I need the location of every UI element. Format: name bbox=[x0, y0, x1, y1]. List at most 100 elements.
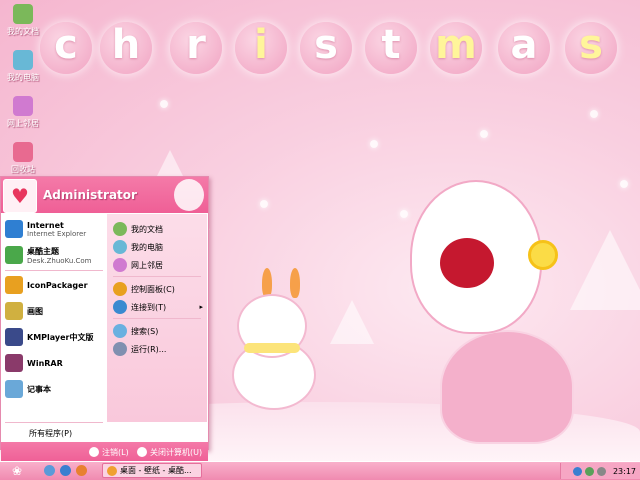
all-programs-button[interactable]: 所有程序(P) bbox=[1, 423, 107, 443]
system-tray: 23:17 bbox=[560, 463, 640, 479]
menu-item-title: 桌酷主题 bbox=[27, 246, 59, 256]
iconpackager-icon bbox=[5, 276, 23, 294]
quicklaunch-desktop-icon[interactable] bbox=[44, 465, 55, 476]
menu-item-label: 网上邻居 bbox=[131, 260, 163, 270]
shutdown-icon bbox=[137, 447, 147, 457]
computer-icon bbox=[113, 240, 127, 254]
user-avatar[interactable]: ♥ bbox=[3, 179, 37, 213]
submenu-arrow-icon: ▸ bbox=[199, 303, 203, 311]
shutdown-button[interactable]: 关闭计算机(U) bbox=[137, 445, 202, 459]
menu-item-iconpackager[interactable]: IconPackager bbox=[5, 274, 88, 296]
menu-item-internet[interactable]: Internet Internet Explorer bbox=[5, 218, 86, 240]
tray-security-icon[interactable] bbox=[584, 466, 594, 476]
control-panel-icon bbox=[113, 282, 127, 296]
taskbar-window-label: 桌面 - 壁纸 - 桌酷... bbox=[120, 466, 192, 475]
kmplayer-icon bbox=[5, 328, 23, 346]
mascot-icon bbox=[174, 179, 204, 211]
search-icon bbox=[113, 324, 127, 338]
menu-item-title: Internet bbox=[27, 220, 64, 230]
flower-earmuff bbox=[528, 240, 558, 270]
menu-separator bbox=[113, 276, 201, 277]
snow-tree bbox=[330, 300, 374, 344]
title-letter: r bbox=[170, 22, 222, 74]
menu-separator bbox=[113, 318, 201, 319]
quicklaunch-media-icon[interactable] bbox=[76, 465, 87, 476]
snowflake bbox=[590, 110, 598, 118]
menu-item-label: 运行(R)... bbox=[131, 344, 167, 354]
menu-item-my-documents[interactable]: 我的文档 bbox=[113, 220, 203, 238]
documents-folder-icon bbox=[13, 4, 33, 24]
menu-item-my-computer[interactable]: 我的电脑 bbox=[113, 238, 203, 256]
snowflake bbox=[480, 130, 488, 138]
carrot-ear bbox=[290, 268, 300, 298]
menu-item-label: 搜索(S) bbox=[131, 326, 159, 336]
logoff-icon bbox=[89, 447, 99, 457]
title-letter: s bbox=[565, 22, 617, 74]
menu-item-title: KMPlayer中文版 bbox=[27, 332, 94, 342]
title-letter: t bbox=[365, 22, 417, 74]
quicklaunch-ie-icon[interactable] bbox=[60, 465, 71, 476]
snowman-scarf bbox=[244, 343, 300, 353]
internet-explorer-icon bbox=[5, 220, 23, 238]
taskbar: ❀ 桌面 - 壁纸 - 桌酷... 23:17 bbox=[0, 461, 640, 480]
clock[interactable]: 23:17 bbox=[613, 467, 636, 476]
snowflake bbox=[370, 140, 378, 148]
desktop-icon-label: 回收站 bbox=[11, 165, 35, 174]
desktop-icon-documents[interactable]: 我的文档 bbox=[2, 4, 44, 37]
tray-volume-icon[interactable] bbox=[596, 466, 606, 476]
desktop-icon-network[interactable]: 网上邻居 bbox=[2, 96, 44, 129]
snowflake bbox=[260, 200, 268, 208]
puppy-body bbox=[440, 330, 574, 444]
network-icon bbox=[113, 258, 127, 272]
menu-item-connect-to[interactable]: 连接到(T) ▸ bbox=[113, 298, 203, 316]
title-letter: a bbox=[498, 22, 550, 74]
snowflake bbox=[160, 100, 168, 108]
menu-item-subtitle: Desk.ZhuoKu.Com bbox=[27, 256, 92, 265]
menu-item-title: WinRAR bbox=[27, 358, 63, 368]
desktop-icon-label: 网上邻居 bbox=[7, 119, 39, 128]
menu-separator bbox=[5, 270, 103, 271]
menu-item-zhuoku-theme[interactable]: 桌酷主题 Desk.ZhuoKu.Com bbox=[5, 244, 91, 266]
system-places: 我的文档 我的电脑 网上邻居 控制面板(C) 连接到(T) ▸ 搜索(S) 运行… bbox=[107, 214, 207, 422]
winrar-icon bbox=[5, 354, 23, 372]
menu-item-search[interactable]: 搜索(S) bbox=[113, 322, 203, 340]
snow-tree bbox=[570, 230, 640, 310]
menu-item-network[interactable]: 网上邻居 bbox=[113, 256, 203, 274]
menu-item-notepad[interactable]: 记事本 bbox=[5, 378, 51, 400]
snowflake bbox=[400, 210, 408, 218]
start-menu-header: ♥ Administrator bbox=[1, 177, 208, 213]
title-letter: i bbox=[235, 22, 287, 74]
logoff-label: 注销(L) bbox=[102, 447, 129, 457]
logoff-button[interactable]: 注销(L) bbox=[89, 445, 129, 459]
desktop-icon-label: 我的文档 bbox=[7, 27, 39, 36]
pinned-programs: Internet Internet Explorer 桌酷主题 Desk.ZhuoK… bbox=[1, 214, 107, 422]
snowflake bbox=[620, 180, 628, 188]
paint-icon bbox=[5, 302, 23, 320]
puppy-nose bbox=[440, 238, 494, 288]
menu-item-control-panel[interactable]: 控制面板(C) bbox=[113, 280, 203, 298]
menu-item-paint[interactable]: 画图 bbox=[5, 300, 43, 322]
shutdown-label: 关闭计算机(U) bbox=[150, 447, 203, 457]
start-menu-footer: 注销(L) 关闭计算机(U) bbox=[1, 442, 208, 462]
menu-item-kmplayer[interactable]: KMPlayer中文版 bbox=[5, 326, 94, 348]
start-button[interactable]: ❀ bbox=[2, 463, 32, 479]
theme-icon bbox=[5, 246, 23, 264]
recycle-bin-icon bbox=[13, 142, 33, 162]
taskbar-window-button[interactable]: 桌面 - 壁纸 - 桌酷... bbox=[102, 463, 202, 478]
window-app-icon bbox=[107, 465, 117, 476]
notepad-icon bbox=[5, 380, 23, 398]
menu-item-winrar[interactable]: WinRAR bbox=[5, 352, 63, 374]
tray-network-icon[interactable] bbox=[572, 466, 582, 476]
menu-item-label: 我的电脑 bbox=[131, 242, 163, 252]
menu-item-title: IconPackager bbox=[27, 280, 88, 290]
title-letter: h bbox=[100, 22, 152, 74]
desktop-icon-computer[interactable]: 我的电脑 bbox=[2, 50, 44, 83]
network-icon bbox=[13, 96, 33, 116]
computer-icon bbox=[13, 50, 33, 70]
menu-item-run[interactable]: 运行(R)... bbox=[113, 340, 203, 358]
start-menu: ♥ Administrator Internet Internet Explore… bbox=[0, 176, 209, 462]
start-flower-icon: ❀ bbox=[11, 464, 23, 478]
documents-icon bbox=[113, 222, 127, 236]
menu-item-title: 记事本 bbox=[27, 384, 51, 394]
desktop-icon-recycle-bin[interactable]: 回收站 bbox=[2, 142, 44, 175]
